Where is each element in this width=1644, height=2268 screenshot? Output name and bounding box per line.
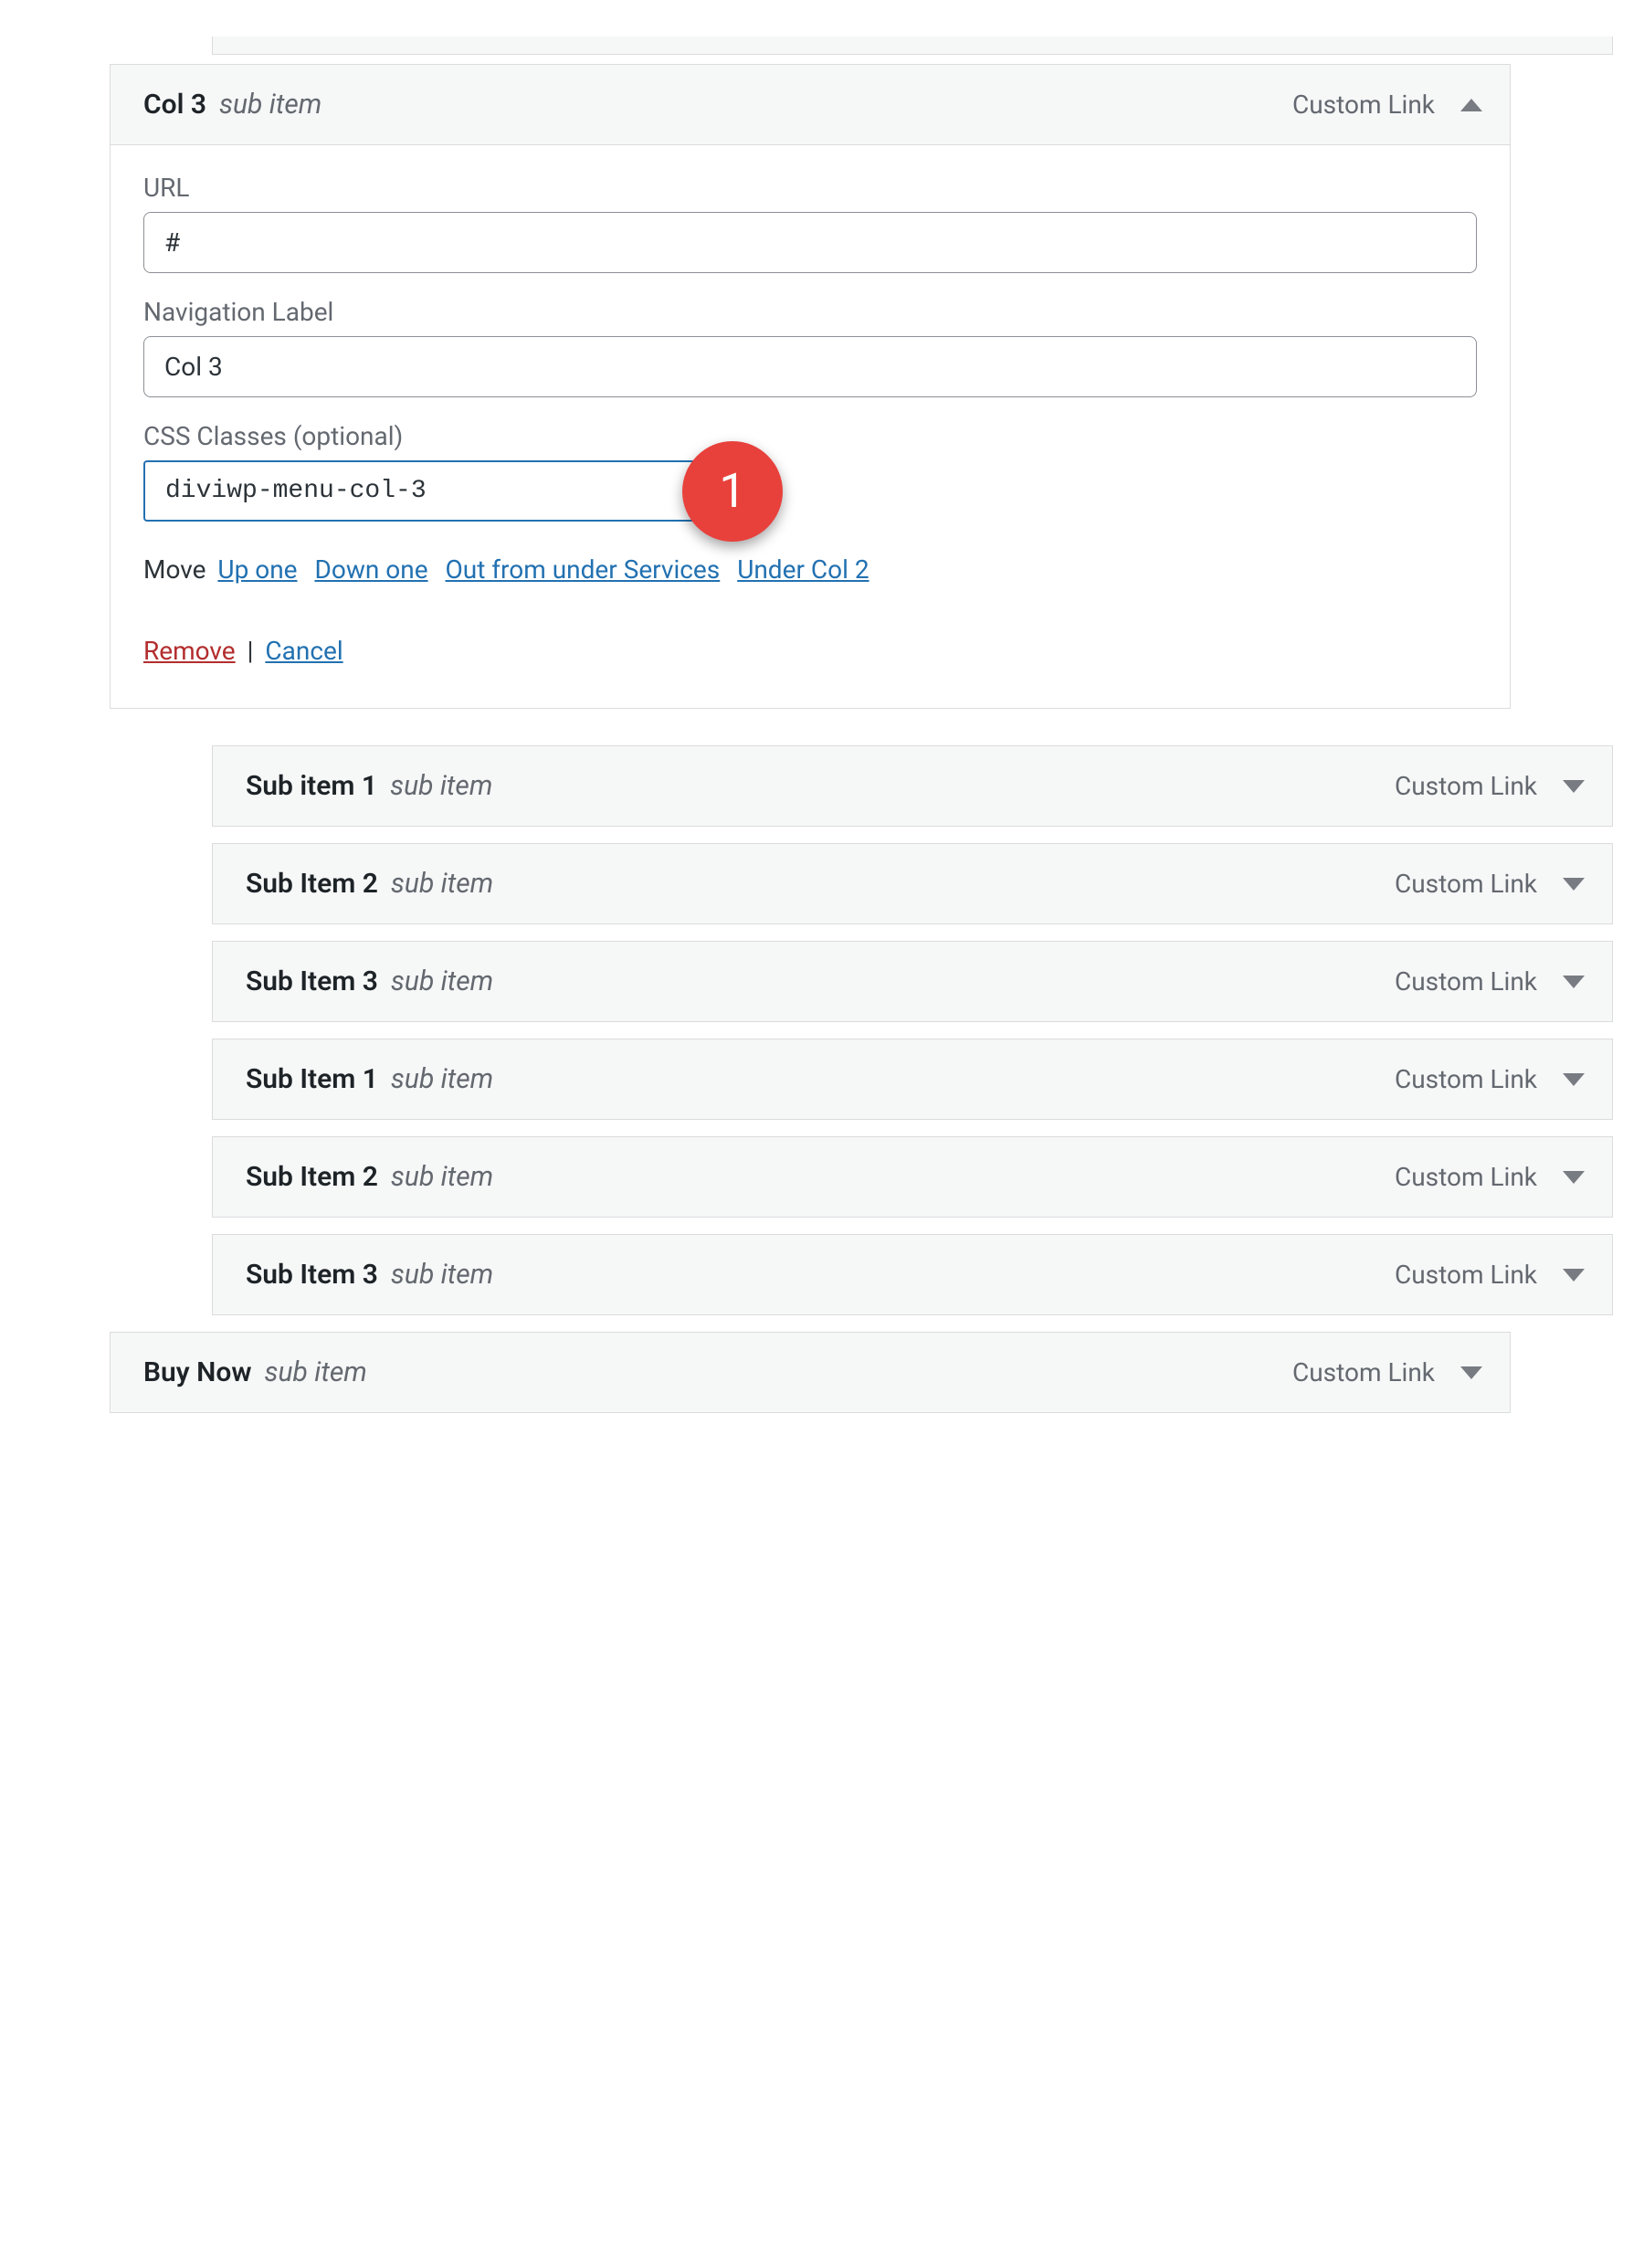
remove-link[interactable]: Remove [143,636,236,666]
collapse-icon[interactable] [1460,99,1482,111]
move-under-link[interactable]: Under Col 2 [737,554,869,585]
menu-item-title: Sub Item 3 [246,965,378,997]
menu-item-title: Buy Now [143,1356,252,1388]
menu-item-collapsed: Sub Item 2 sub item Custom Link [212,1136,1613,1218]
css-classes-label: CSS Classes (optional) [143,421,1477,451]
menu-item-type: Custom Link [1395,1260,1537,1290]
url-input[interactable] [143,212,1477,273]
menu-item-collapsed: Sub item 1 sub item Custom Link [212,745,1613,827]
menu-item-type: Custom Link [1395,771,1537,801]
move-down-link[interactable]: Down one [314,554,427,585]
menu-item-type: Custom Link [1395,1064,1537,1094]
expand-icon[interactable] [1563,780,1585,793]
expand-icon[interactable] [1563,1171,1585,1184]
menu-item-expanded: Col 3 sub item Custom Link URL Navigatio… [110,64,1511,709]
menu-item-collapsed: Sub Item 3 sub item Custom Link [212,1234,1613,1315]
menu-item-header[interactable]: Sub Item 3 sub item Custom Link [213,942,1612,1021]
menu-item-sublabel: sub item [391,965,493,997]
move-up-link[interactable]: Up one [217,554,297,585]
menu-item-header[interactable]: Sub Item 3 sub item Custom Link [213,1235,1612,1314]
move-out-link[interactable]: Out from under Services [446,554,721,585]
expand-icon[interactable] [1460,1366,1482,1379]
menu-item-sublabel: sub item [391,1161,493,1193]
menu-item-header[interactable]: Sub item 1 sub item Custom Link [213,746,1612,826]
nav-label-label: Navigation Label [143,297,1477,327]
menu-item-title: Sub item 1 [246,770,377,802]
menu-item-sublabel: sub item [391,1063,493,1095]
move-prefix: Move [143,554,206,585]
expand-icon[interactable] [1563,976,1585,988]
menu-item-title: Sub Item 2 [246,1161,378,1193]
menu-item-type: Custom Link [1395,869,1537,899]
menu-item-title: Sub Item 3 [246,1259,378,1291]
menu-item-collapsed: Sub Item 2 sub item Custom Link [212,843,1613,924]
nav-label-input[interactable] [143,336,1477,397]
menu-item-title: Sub Item 2 [246,868,378,900]
expand-icon[interactable] [1563,1269,1585,1282]
expand-icon[interactable] [1563,1073,1585,1086]
menu-item-collapsed: Sub Item 3 sub item Custom Link [212,941,1613,1022]
menu-item-collapsed: Sub Item 1 sub item Custom Link [212,1039,1613,1120]
menu-item-collapsed: Buy Now sub item Custom Link [110,1332,1511,1413]
menu-item-header[interactable]: Buy Now sub item Custom Link [111,1333,1510,1412]
menu-item-type: Custom Link [1395,966,1537,997]
menu-item-header[interactable]: Col 3 sub item Custom Link [111,65,1510,144]
action-row: Remove | Cancel [143,636,1477,666]
menu-item-header[interactable]: Sub Item 2 sub item Custom Link [213,1137,1612,1217]
action-separator: | [248,636,254,666]
menu-item-title: Sub Item 1 [246,1063,378,1095]
menu-item-sublabel: sub item [391,868,493,900]
menu-item-title: Col 3 [143,89,206,121]
menu-item-sublabel: sub item [390,770,492,802]
menu-item-body: URL Navigation Label CSS Classes (option… [111,144,1510,708]
annotation-badge-1: 1 [682,441,783,542]
menu-item-header[interactable]: Sub Item 1 sub item Custom Link [213,1039,1612,1119]
url-label: URL [143,173,1477,203]
menu-item-stub [212,37,1613,55]
menu-item-sublabel: sub item [219,89,321,121]
css-classes-input[interactable] [143,460,710,522]
menu-item-sublabel: sub item [391,1259,493,1291]
menu-item-sublabel: sub item [265,1356,367,1388]
menu-item-header[interactable]: Sub Item 2 sub item Custom Link [213,844,1612,923]
expand-icon[interactable] [1563,878,1585,891]
move-row: Move Up one Down one Out from under Serv… [143,554,1477,585]
cancel-link[interactable]: Cancel [265,636,342,666]
menu-item-type: Custom Link [1395,1162,1537,1192]
menu-item-type: Custom Link [1292,90,1435,120]
menu-item-type: Custom Link [1292,1357,1435,1387]
